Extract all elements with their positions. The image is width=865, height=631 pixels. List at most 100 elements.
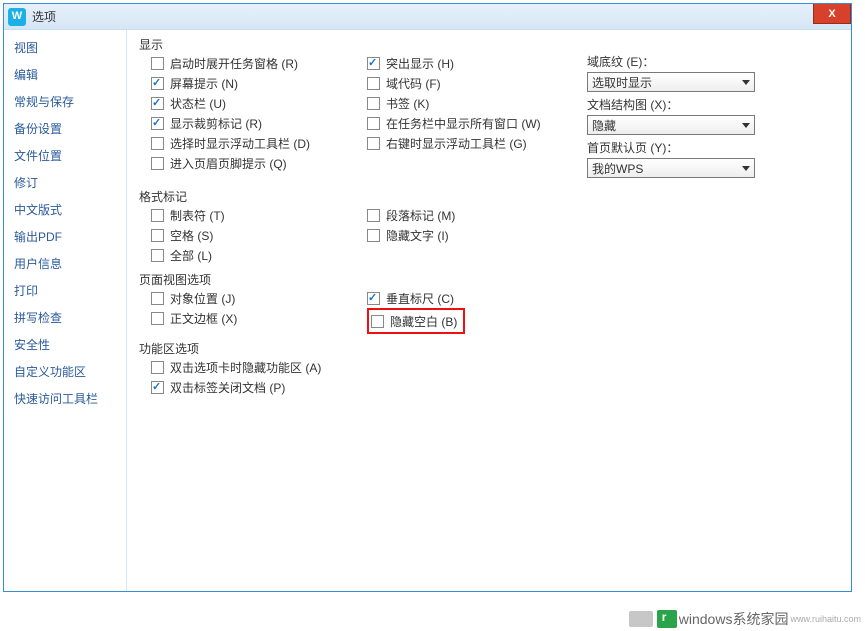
option-label: 双击选项卡时隐藏功能区 (A) bbox=[170, 359, 321, 376]
sidebar-item[interactable]: 拼写检查 bbox=[4, 304, 126, 331]
sidebar-item[interactable]: 视图 bbox=[4, 34, 126, 61]
sidebar-item[interactable]: 中文版式 bbox=[4, 196, 126, 223]
option-row: 对象位置 (J) bbox=[151, 288, 367, 308]
sidebar-item[interactable]: 安全性 bbox=[4, 331, 126, 358]
checkbox[interactable] bbox=[367, 229, 380, 242]
option-row: 屏幕提示 (N) bbox=[151, 73, 367, 93]
option-row: 启动时展开任务窗格 (R) bbox=[151, 53, 367, 73]
option-row: 隐藏文字 (I) bbox=[367, 225, 587, 245]
checkbox[interactable] bbox=[151, 57, 164, 70]
watermark-shape bbox=[629, 611, 653, 627]
sidebar-item[interactable]: 备份设置 bbox=[4, 115, 126, 142]
checkbox[interactable] bbox=[367, 117, 380, 130]
checkbox[interactable] bbox=[367, 209, 380, 222]
group-page-view: 页面视图选项 对象位置 (J) 正文边框 (X) 垂直标尺 (C) 隐藏空白 (B) bbox=[137, 271, 841, 334]
checkbox[interactable] bbox=[367, 97, 380, 110]
watermark-url: www.ruihaitu.com bbox=[790, 614, 861, 624]
close-icon: X bbox=[828, 8, 835, 20]
checkbox[interactable] bbox=[151, 361, 164, 374]
group-title: 格式标记 bbox=[137, 188, 189, 205]
option-label: 正文边框 (X) bbox=[170, 310, 237, 327]
homepage-label: 首页默认页 (Y)： bbox=[587, 139, 841, 156]
checkbox[interactable] bbox=[151, 312, 164, 325]
option-label: 屏幕提示 (N) bbox=[170, 75, 238, 92]
doc-map-dropdown[interactable]: 隐藏 bbox=[587, 115, 755, 135]
option-row: 右键时显示浮动工具栏 (G) bbox=[367, 133, 587, 153]
group-format-marks: 格式标记 制表符 (T) 空格 (S)全部 (L) 段落标记 (M)隐藏文字 (I… bbox=[137, 188, 841, 265]
dropdown-value: 隐藏 bbox=[592, 117, 616, 134]
homepage-dropdown[interactable]: 我的WPS bbox=[587, 158, 755, 178]
option-label: 选择时显示浮动工具栏 (D) bbox=[170, 135, 310, 152]
checkbox[interactable] bbox=[367, 137, 380, 150]
checkbox[interactable] bbox=[151, 249, 164, 262]
option-row: 全部 (L) bbox=[151, 245, 367, 265]
option-row: 在任务栏中显示所有窗口 (W) bbox=[367, 113, 587, 133]
checkbox[interactable] bbox=[151, 229, 164, 242]
group-display: 显示 启动时展开任务窗格 (R) 屏幕提示 (N) 状态栏 (U) 显示裁剪标记 (R… bbox=[137, 36, 841, 182]
sidebar-item[interactable]: 常规与保存 bbox=[4, 88, 126, 115]
field-shading-label: 域底纹 (E)： bbox=[587, 53, 841, 70]
checkbox[interactable] bbox=[367, 292, 380, 305]
group-title: 页面视图选项 bbox=[137, 271, 213, 288]
main-panel: 显示 启动时展开任务窗格 (R) 屏幕提示 (N) 状态栏 (U) 显示裁剪标记 (R… bbox=[127, 30, 851, 591]
option-label: 制表符 (T) bbox=[170, 207, 225, 224]
option-label: 进入页眉页脚提示 (Q) bbox=[170, 155, 287, 172]
option-row: 正文边框 (X) bbox=[151, 308, 367, 328]
titlebar: W 选项 X bbox=[4, 4, 851, 30]
close-button[interactable]: X bbox=[813, 4, 851, 24]
highlight-box: 隐藏空白 (B) bbox=[367, 308, 465, 334]
chevron-down-icon bbox=[742, 80, 750, 85]
option-label: 书签 (K) bbox=[386, 95, 429, 112]
watermark: windows系统家园 www.ruihaitu.com bbox=[629, 609, 861, 629]
checkbox[interactable] bbox=[151, 137, 164, 150]
sidebar-item[interactable]: 输出PDF bbox=[4, 223, 126, 250]
chevron-down-icon bbox=[742, 166, 750, 171]
checkbox[interactable] bbox=[367, 57, 380, 70]
option-label: 域代码 (F) bbox=[386, 75, 441, 92]
sidebar-item[interactable]: 用户信息 bbox=[4, 250, 126, 277]
option-label: 状态栏 (U) bbox=[170, 95, 226, 112]
checkbox[interactable] bbox=[367, 77, 380, 90]
option-row: 垂直标尺 (C) bbox=[367, 288, 587, 308]
window-title: 选项 bbox=[32, 8, 56, 25]
option-row: 显示裁剪标记 (R) bbox=[151, 113, 367, 133]
watermark-logo-icon bbox=[657, 610, 677, 628]
option-row: 隐藏空白 (B) bbox=[371, 311, 457, 331]
sidebar-item[interactable]: 打印 bbox=[4, 277, 126, 304]
group-title: 显示 bbox=[137, 36, 165, 53]
chevron-down-icon bbox=[742, 123, 750, 128]
option-row: 书签 (K) bbox=[367, 93, 587, 113]
option-label: 空格 (S) bbox=[170, 227, 213, 244]
homepage-block: 首页默认页 (Y)： 我的WPS bbox=[587, 139, 841, 178]
checkbox[interactable] bbox=[151, 157, 164, 170]
field-shading-dropdown[interactable]: 选取时显示 bbox=[587, 72, 755, 92]
checkbox[interactable] bbox=[151, 77, 164, 90]
option-label: 垂直标尺 (C) bbox=[386, 290, 454, 307]
sidebar-item[interactable]: 编辑 bbox=[4, 61, 126, 88]
checkbox[interactable] bbox=[151, 381, 164, 394]
options-dialog: W 选项 X 视图编辑常规与保存备份设置文件位置修订中文版式输出PDF用户信息打… bbox=[3, 3, 852, 592]
watermark-text: windows系统家园 bbox=[679, 609, 789, 629]
checkbox[interactable] bbox=[371, 315, 384, 328]
sidebar-item[interactable]: 快速访问工具栏 bbox=[4, 385, 126, 412]
sidebar-item[interactable]: 修订 bbox=[4, 169, 126, 196]
group-ribbon: 功能区选项 双击选项卡时隐藏功能区 (A)双击标签关闭文档 (P) bbox=[137, 340, 841, 397]
option-label: 在任务栏中显示所有窗口 (W) bbox=[386, 115, 541, 132]
option-row: 选择时显示浮动工具栏 (D) bbox=[151, 133, 367, 153]
checkbox[interactable] bbox=[151, 292, 164, 305]
checkbox[interactable] bbox=[151, 209, 164, 222]
group-title: 功能区选项 bbox=[137, 340, 201, 357]
option-label: 对象位置 (J) bbox=[170, 290, 235, 307]
option-label: 启动时展开任务窗格 (R) bbox=[170, 55, 298, 72]
doc-map-block: 文档结构图 (X)： 隐藏 bbox=[587, 96, 841, 135]
sidebar-item[interactable]: 自定义功能区 bbox=[4, 358, 126, 385]
option-row: 制表符 (T) bbox=[151, 205, 367, 225]
checkbox[interactable] bbox=[151, 97, 164, 110]
option-label: 段落标记 (M) bbox=[386, 207, 455, 224]
option-label: 显示裁剪标记 (R) bbox=[170, 115, 262, 132]
option-row: 双击选项卡时隐藏功能区 (A) bbox=[151, 357, 321, 377]
option-row: 空格 (S) bbox=[151, 225, 367, 245]
checkbox[interactable] bbox=[151, 117, 164, 130]
sidebar-item[interactable]: 文件位置 bbox=[4, 142, 126, 169]
doc-map-label: 文档结构图 (X)： bbox=[587, 96, 841, 113]
